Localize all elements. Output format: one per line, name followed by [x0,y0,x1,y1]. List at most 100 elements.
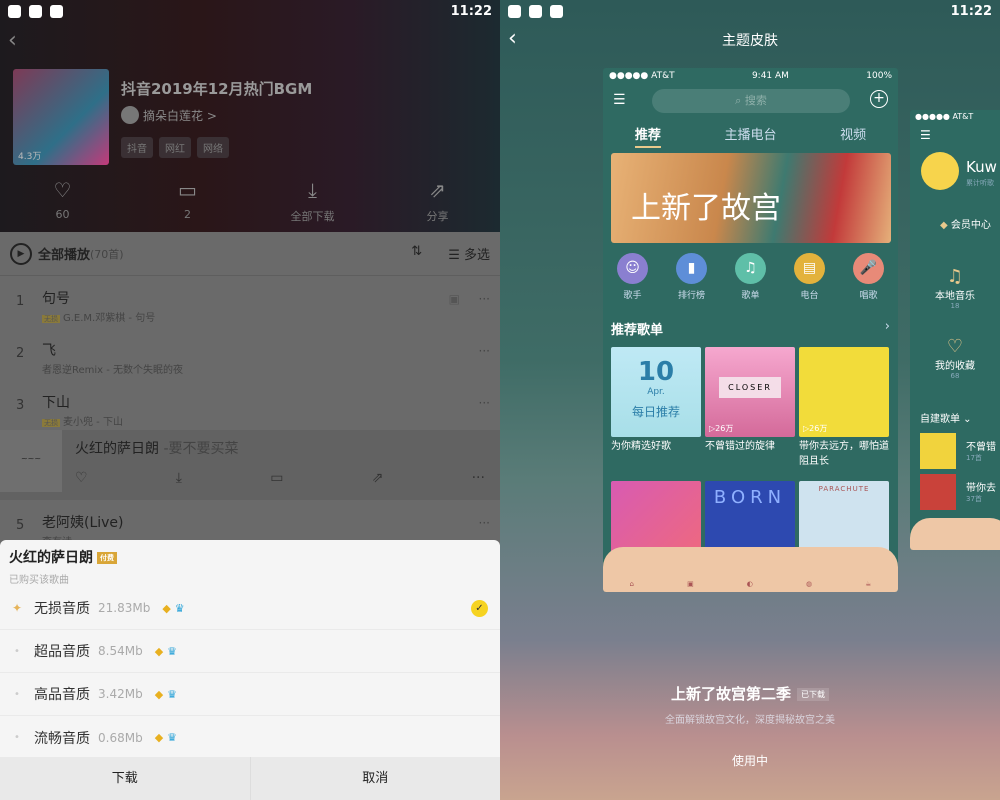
like-button[interactable]: ♡ 60 [0,178,125,224]
comment-icon[interactable]: ▭ [270,470,283,486]
user-sub: 累计听歌 [966,179,994,187]
dot-icon: • [14,645,20,657]
quality-name: 超品音质 [34,644,90,660]
status-bar: 11:22 [0,0,500,22]
item-label: 本地音乐 [935,291,975,302]
palace-icon: ⌂ [629,580,634,588]
quality-option-high[interactable]: • 高品音质 3.42Mb ◆ ♛ [0,673,500,716]
category-label: 唱歌 [859,291,878,301]
sheet-title: 火红的萨日朗 [9,550,93,566]
status-bar: 11:22 [500,0,1000,22]
theme-preview-side[interactable]: ●●●●● AT&T ☰ Kuw 累计听歌 ◆ 会员中心 ♫ 本地音乐 18 ♡ 我的… [910,110,1000,550]
sort-icon[interactable]: ⇅ [411,244,422,263]
check-icon: ✓ [471,599,488,617]
category-playlist: ♫ 歌单 [735,253,766,301]
diamond-icon: ◆ [162,601,171,615]
playlist-thumb [920,433,956,469]
song-title: 老阿姨(Live) [42,515,124,531]
song-artist: -要不要买菜 [159,441,239,457]
song-title: 下山 [42,395,70,411]
more-icon[interactable]: ··· [479,396,490,410]
play-count-value: 26万 [715,424,734,433]
download-icon: ⤓ [308,178,317,202]
song-row[interactable]: 2 飞者恩逆Remix - 无数个失眠的夜 ··· [0,328,500,380]
track-number: 2 [16,346,25,361]
vip-crown-icon: ♛ [167,687,178,701]
playlist-tile: CLOSER ▷26万 [705,347,795,437]
microphone-icon: 🎤 [853,253,884,284]
tab-radio: 主播电台 [724,128,777,143]
multi-select-button[interactable]: ☰ 多选 [448,244,490,263]
radio-icon: ▤ [794,253,825,284]
playlist-tile: 10 Apr. 每日推荐 [611,347,701,437]
banner: 上新了故宫 [611,153,891,243]
list-count: 17首 [966,454,982,462]
clock: 11:22 [450,3,492,19]
more-icon[interactable]: ··· [479,292,490,306]
vip-crown-icon: ♛ [167,644,178,658]
vip-crown-icon: ♛ [174,601,185,615]
quality-size: 0.68Mb [98,730,143,745]
tile-caption: 为你精选好歌 [611,441,671,452]
song-title: 火红的萨日朗 [75,441,159,457]
more-icon[interactable]: ··· [472,470,485,486]
comment-button[interactable]: ▭ 2 [125,178,250,224]
mv-icon[interactable]: ▣ [449,292,460,306]
in-use-button[interactable]: 使用中 [500,752,1000,769]
notification-icon [550,4,563,18]
carrier: ●●●●● AT&T [609,71,675,81]
tab-recommend: 推荐 [634,124,661,148]
more-icon[interactable]: ··· [479,344,490,358]
heart-icon: ♡ [53,178,72,202]
daily-label: 每日推荐 [631,405,680,419]
song-row[interactable]: 1 句号 无损 G.E.M.邓紫棋 - 句号 ▣ ··· [0,276,500,328]
download-button[interactable]: 下载 [0,757,251,800]
notification-icon [529,4,542,18]
category-radio: ▤ 电台 [794,253,825,301]
month: Apr. [647,387,665,397]
tag[interactable]: 抖音 [121,137,153,158]
theme-description: 全面解锁故宫文化，深度揭秘故宫之美 [665,715,835,726]
play-all-button[interactable]: 全部播放 [38,244,90,263]
quality-option-lossless[interactable]: ✦ 无损音质 21.83Mb ◆ ♛ ✓ [0,587,500,630]
cancel-button[interactable]: 取消 [251,757,501,800]
section-title: 推荐歌单 [611,323,664,338]
quality-option-smooth[interactable]: • 流畅音质 0.68Mb ◆ ♛ [0,716,500,759]
diamond-icon: ◆ [154,644,164,658]
bottom-nav-decoration [910,518,1000,550]
share-icon[interactable]: ⇗ [372,470,384,486]
quality-name: 高品音质 [34,687,90,703]
playlist-thumb [920,474,956,510]
search-bar: ⌕ 搜索 [652,89,850,113]
download-icon[interactable]: ⤓ [176,470,182,486]
song-row[interactable]: 3 下山 无损 麦小兜 - 下山 ··· [0,380,500,432]
preview-status-bar: ●●●●● AT&T 9:41 AM 100% [603,68,898,84]
play-icon[interactable]: ▶ [10,242,32,265]
share-button[interactable]: ⇗ 分享 [375,178,500,224]
more-icon[interactable]: ··· [479,516,490,530]
comment-count: 2 [184,208,191,221]
quality-option-super[interactable]: • 超品音质 8.54Mb ◆ ♛ [0,630,500,673]
download-label: 全部下载 [290,210,335,223]
tag[interactable]: 网红 [159,137,191,158]
quality-size: 3.42Mb [98,687,143,701]
vip-label: 会员中心 [950,220,991,231]
creator-link[interactable]: 摘朵白莲花 > [121,106,217,124]
category-label: 电台 [800,291,819,301]
heart-icon[interactable]: ♡ [75,470,88,486]
category-label: 歌单 [741,291,760,301]
theme-preview-main[interactable]: ●●●●● AT&T 9:41 AM 100% ☰ ⌕ 搜索 + 推荐 主播电台 视频 … [603,68,898,592]
page-title: 主题皮肤 [722,33,778,49]
preview-time: 9:41 AM [751,71,789,81]
tag[interactable]: 网络 [197,137,229,158]
lossless-badge: 无损 [42,315,60,323]
download-all-button[interactable]: ⤓ 全部下载 [250,178,375,224]
playlist-cover[interactable]: 4.3万 [13,69,109,165]
like-count: 60 [55,208,70,221]
song-row-expanded[interactable]: ~~~ 火红的萨日朗 -要不要买菜 ♡ ⤓ ▭ ⇗ ··· [0,430,500,500]
vip-center: ◆ 会员中心 [940,216,991,231]
playlist-screen: 11:22 ‹ 4.3万 抖音2019年12月热门BGM 摘朵白莲花 > 抖音网… [0,0,500,800]
plus-icon: + [870,90,888,108]
back-button[interactable]: ‹ [8,28,17,53]
diamond-icon: ◆ [940,220,948,231]
